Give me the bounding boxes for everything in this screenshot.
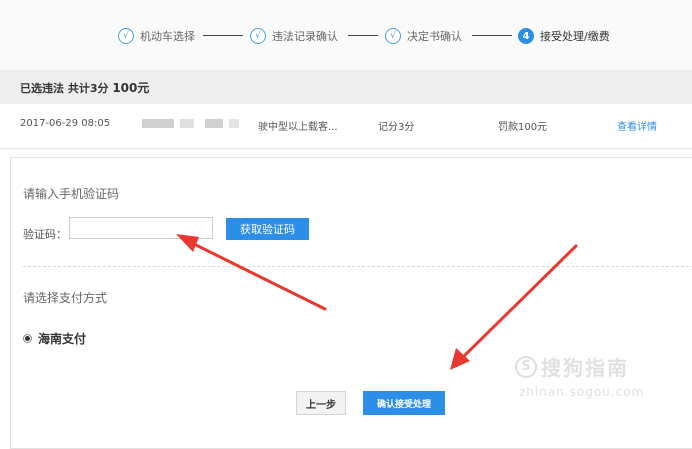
step-decision-confirm: √ 决定书确认 (385, 26, 462, 46)
record-points: 记分3分 (378, 122, 415, 133)
check-icon: √ (118, 28, 134, 44)
step-connector (348, 35, 378, 36)
radio-selected-icon[interactable] (23, 334, 32, 343)
violation-record-row: 2017-06-29 08:05 驶中型以上载客... 记分3分 罚款100元 … (0, 104, 692, 149)
verification-payment-panel: 请输入手机验证码 验证码： 获取验证码 请选择支付方式 海南支付 上一步 确认接… (10, 157, 692, 449)
check-icon: √ (250, 28, 266, 44)
view-details-link[interactable]: 查看详情 (617, 118, 657, 133)
payment-option-hainan[interactable]: 海南支付 (23, 330, 86, 347)
watermark-text: 搜狗指南 (541, 356, 629, 380)
redacted-block (142, 119, 174, 128)
code-label: 验证码： (23, 228, 67, 241)
step-record-confirm: √ 违法记录确认 (250, 26, 338, 46)
redacted-block (205, 119, 223, 128)
summary-text: 已选违法 共计3分 100元 (20, 79, 149, 96)
previous-step-button[interactable]: 上一步 (296, 391, 346, 415)
redacted-block (180, 119, 194, 128)
record-datetime: 2017-06-29 08:05 (20, 118, 111, 129)
step-label: 机动车选择 (140, 30, 195, 43)
verification-code-input[interactable] (69, 217, 213, 239)
record-fine: 罚款100元 (498, 122, 548, 133)
step-label: 违法记录确认 (272, 30, 338, 43)
watermark-url: zhinan.sogou.com (519, 385, 645, 399)
payment-section-title: 请选择支付方式 (23, 291, 108, 305)
get-code-button[interactable]: 获取验证码 (226, 218, 309, 240)
record-description: 驶中型以上载客... (258, 122, 338, 133)
check-icon: √ (385, 28, 401, 44)
selected-violations-summary: 已选违法 共计3分 100元 (0, 70, 692, 104)
payment-option-label: 海南支付 (38, 332, 87, 346)
confirm-accept-button[interactable]: 确认接受处理 (363, 391, 445, 415)
step-connector (203, 35, 243, 36)
summary-amount: 100元 (112, 81, 150, 95)
step-number-badge: 4 (518, 28, 534, 44)
progress-stepper: √ 机动车选择 √ 违法记录确认 √ 决定书确认 4 接受处理/缴费 (0, 0, 692, 70)
summary-prefix: 已选违法 共计3分 (20, 82, 113, 95)
step-connector (472, 35, 512, 36)
step-accept-pay: 4 接受处理/缴费 (518, 26, 610, 46)
sogou-logo-icon: S (515, 355, 537, 378)
step-label: 接受处理/缴费 (540, 30, 610, 43)
sogou-watermark: S 搜狗指南 zhinan.sogou.com (515, 352, 644, 399)
step-vehicle-select: √ 机动车选择 (118, 26, 195, 46)
section-divider (23, 266, 692, 267)
redacted-block (229, 119, 239, 128)
step-label: 决定书确认 (407, 30, 462, 43)
sms-section-title: 请输入手机验证码 (23, 187, 120, 201)
